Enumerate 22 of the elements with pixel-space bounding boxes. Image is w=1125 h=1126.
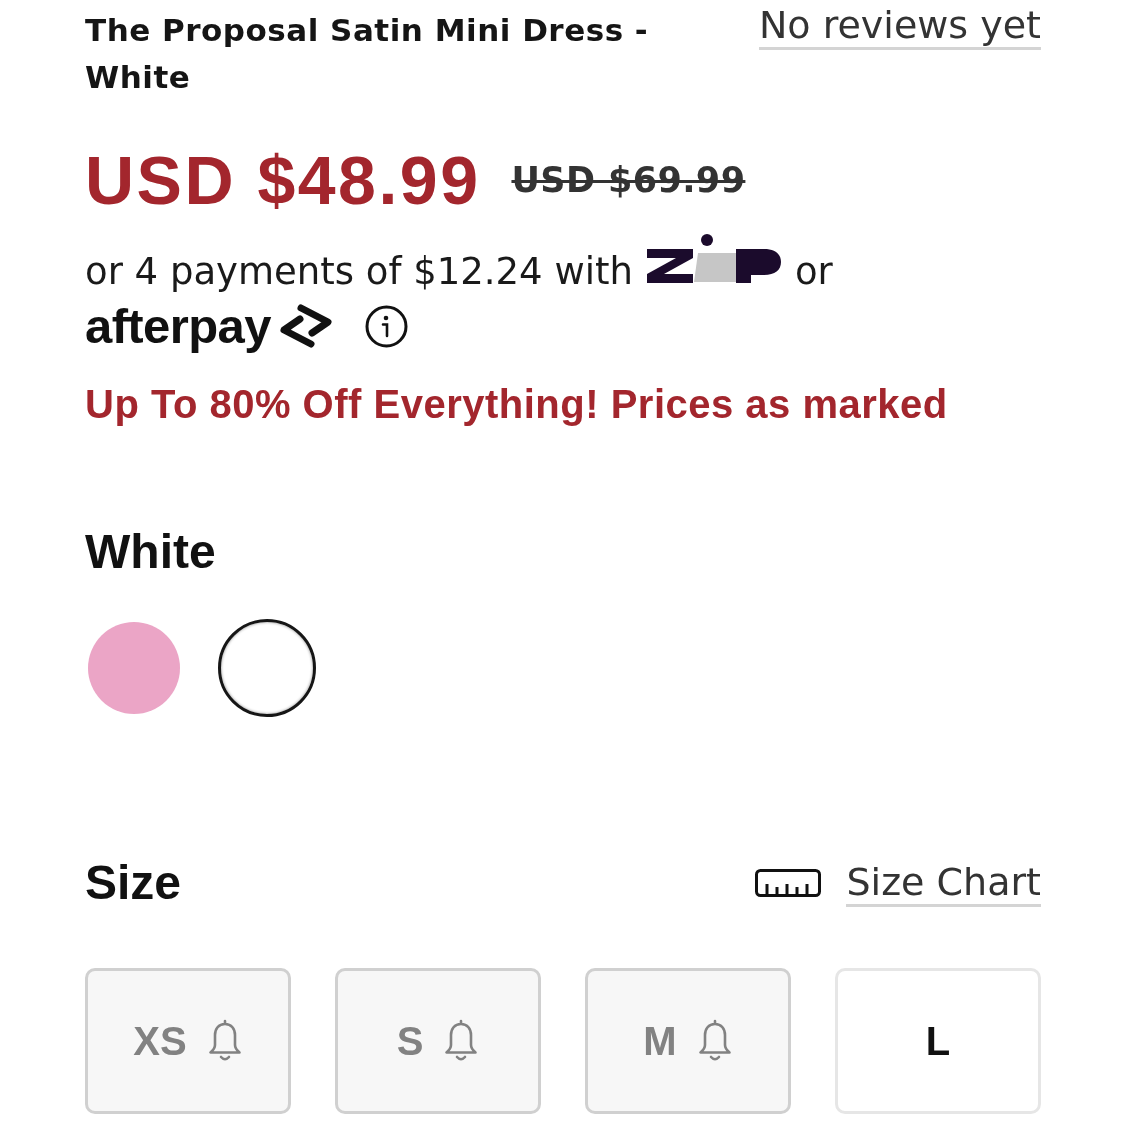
size-chart-link[interactable]: Size Chart [846, 859, 1041, 907]
color-name-heading: White [85, 524, 217, 580]
info-icon[interactable] [364, 304, 408, 348]
size-heading: Size [85, 855, 182, 911]
connector-text: or [794, 249, 833, 295]
product-title: The Proposal Satin Mini Dress - White [85, 11, 650, 97]
size-button[interactable]: L [835, 968, 1041, 1114]
payment-logo-icon [646, 234, 781, 284]
promo-text: Up To 80% Off Everything! Prices as marked [85, 381, 949, 428]
afterpay-wordmark: afterpay [85, 299, 271, 353]
ruler-icon[interactable] [755, 869, 822, 897]
size-button[interactable]: M [585, 968, 791, 1114]
reviews-link[interactable]: No reviews yet [758, 3, 1041, 50]
size-button[interactable]: S [335, 968, 541, 1114]
sale-price: USD $48.99 [85, 143, 481, 217]
bell-icon [696, 1019, 733, 1063]
original-price: USD $69.99 [511, 159, 746, 201]
installment-text: or 4 payments of $12.24 with [85, 249, 633, 295]
size-button[interactable]: XS [85, 968, 291, 1114]
chevrons-icon [278, 303, 333, 349]
bell-icon [206, 1019, 243, 1063]
bell-icon [443, 1019, 480, 1063]
